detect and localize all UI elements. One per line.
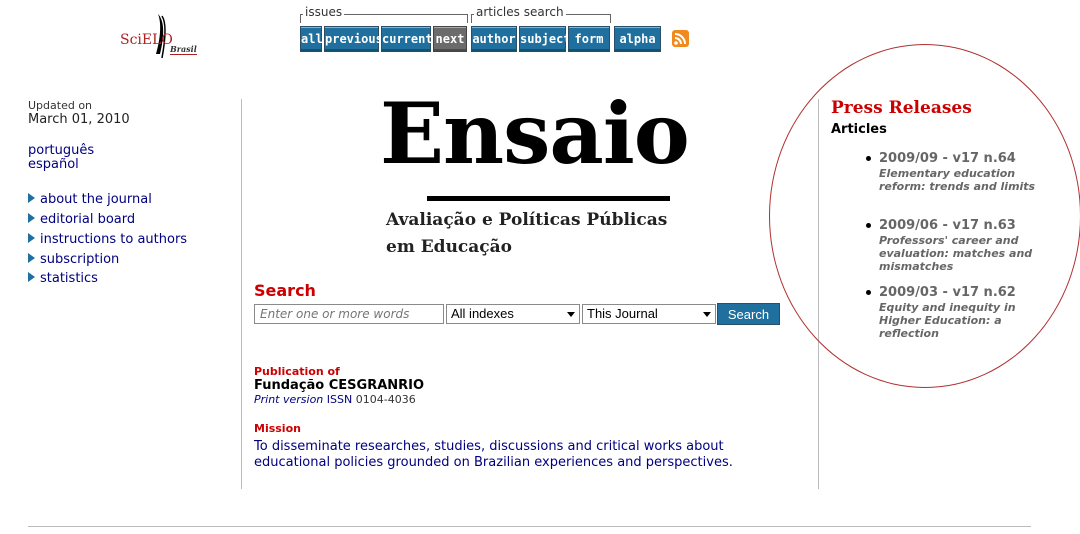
bullet-icon — [866, 223, 871, 228]
scope-select[interactable]: This Journal — [582, 304, 716, 324]
language-link-portugues[interactable]: português — [28, 143, 94, 158]
sidebar-item-statistics[interactable]: statistics — [28, 271, 98, 286]
mission-text-line1: To disseminate researches, studies, disc… — [254, 439, 724, 454]
rss-feed-icon[interactable] — [672, 30, 689, 47]
issues-previous-button[interactable]: previous — [324, 26, 383, 52]
masthead-underline — [427, 196, 670, 201]
issn-line: Print version ISSN 0104-4036 — [254, 393, 416, 406]
press-release-date[interactable]: 2009/09 - v17 n.64 — [879, 151, 1016, 166]
issues-next-button[interactable]: next — [433, 26, 467, 52]
arrow-right-icon — [28, 272, 35, 282]
footer-divider — [28, 526, 1031, 527]
scope-select-value: This Journal — [587, 306, 658, 321]
issn-label: ISSN — [326, 393, 353, 406]
sidebar-item-subscription[interactable]: subscription — [28, 252, 119, 267]
masthead-subtitle-line1: Avaliação e Políticas Públicas — [386, 210, 668, 230]
updated-date: March 01, 2010 — [28, 112, 130, 127]
press-release-title[interactable]: Equity and inequity in Higher Education:… — [879, 301, 1039, 340]
scielo-logo[interactable]: SciELO Brasil — [118, 10, 200, 62]
logo-text: SciELO — [120, 32, 173, 48]
search-heading: Search — [254, 281, 316, 300]
journal-masthead-title: Ensaio — [380, 92, 690, 176]
articles-search-group-label: articles search — [474, 5, 566, 19]
search-form-button[interactable]: form — [568, 26, 610, 52]
publication-heading: Publication of — [254, 365, 340, 378]
sidebar-item-editorial-board[interactable]: editorial board — [28, 212, 135, 227]
masthead-subtitle-line2: em Educação — [386, 237, 512, 257]
chevron-down-icon — [567, 312, 575, 317]
search-author-button[interactable]: author — [471, 26, 517, 52]
search-subject-button[interactable]: subject — [519, 26, 571, 52]
arrow-right-icon — [28, 193, 35, 203]
print-version-label: Print version — [254, 393, 324, 406]
bullet-icon — [866, 290, 871, 295]
press-release-date[interactable]: 2009/03 - v17 n.62 — [879, 285, 1016, 300]
sidebar-item-label: about the journal — [40, 192, 152, 207]
press-releases-subheading: Articles — [831, 122, 887, 137]
issues-group-label: issues — [303, 5, 345, 19]
sidebar-item-label: instructions to authors — [40, 232, 188, 247]
sidebar-item-label: statistics — [40, 271, 98, 286]
sidebar-item-about[interactable]: about the journal — [28, 192, 152, 207]
sidebar-item-label: editorial board — [40, 212, 136, 227]
bullet-icon — [866, 156, 871, 161]
issn-value: 0104-4036 — [355, 393, 416, 406]
publisher-name: Fundação CESGRANRIO — [254, 378, 425, 393]
updated-label: Updated on — [28, 99, 93, 112]
index-select-value: All indexes — [451, 306, 514, 321]
press-release-title[interactable]: Professors' career and evaluation: match… — [879, 234, 1039, 273]
index-select[interactable]: All indexes — [446, 304, 580, 324]
sidebar-item-label: subscription — [40, 252, 120, 267]
chevron-down-icon — [703, 312, 711, 317]
arrow-right-icon — [28, 213, 35, 223]
logo-country: Brasil — [170, 44, 197, 55]
arrow-right-icon — [28, 233, 35, 243]
issues-all-button[interactable]: all — [300, 26, 323, 52]
search-button[interactable]: Search — [717, 303, 780, 325]
mission-text-line2: educational policies grounded on Brazili… — [254, 455, 733, 470]
press-release-date[interactable]: 2009/06 - v17 n.63 — [879, 218, 1016, 233]
arrow-right-icon — [28, 253, 35, 263]
masthead-title-text: Ensaio — [380, 84, 690, 183]
left-column-divider — [241, 99, 242, 489]
mission-heading: Mission — [254, 422, 301, 435]
alpha-button[interactable]: alpha — [614, 26, 661, 52]
search-input[interactable] — [254, 304, 444, 324]
press-releases-heading: Press Releases — [831, 98, 972, 118]
sidebar-item-instructions[interactable]: instructions to authors — [28, 232, 187, 247]
issues-current-button[interactable]: current — [381, 26, 433, 52]
language-link-espanol[interactable]: español — [28, 157, 79, 172]
press-release-title[interactable]: Elementary education reform: trends and … — [879, 167, 1039, 193]
